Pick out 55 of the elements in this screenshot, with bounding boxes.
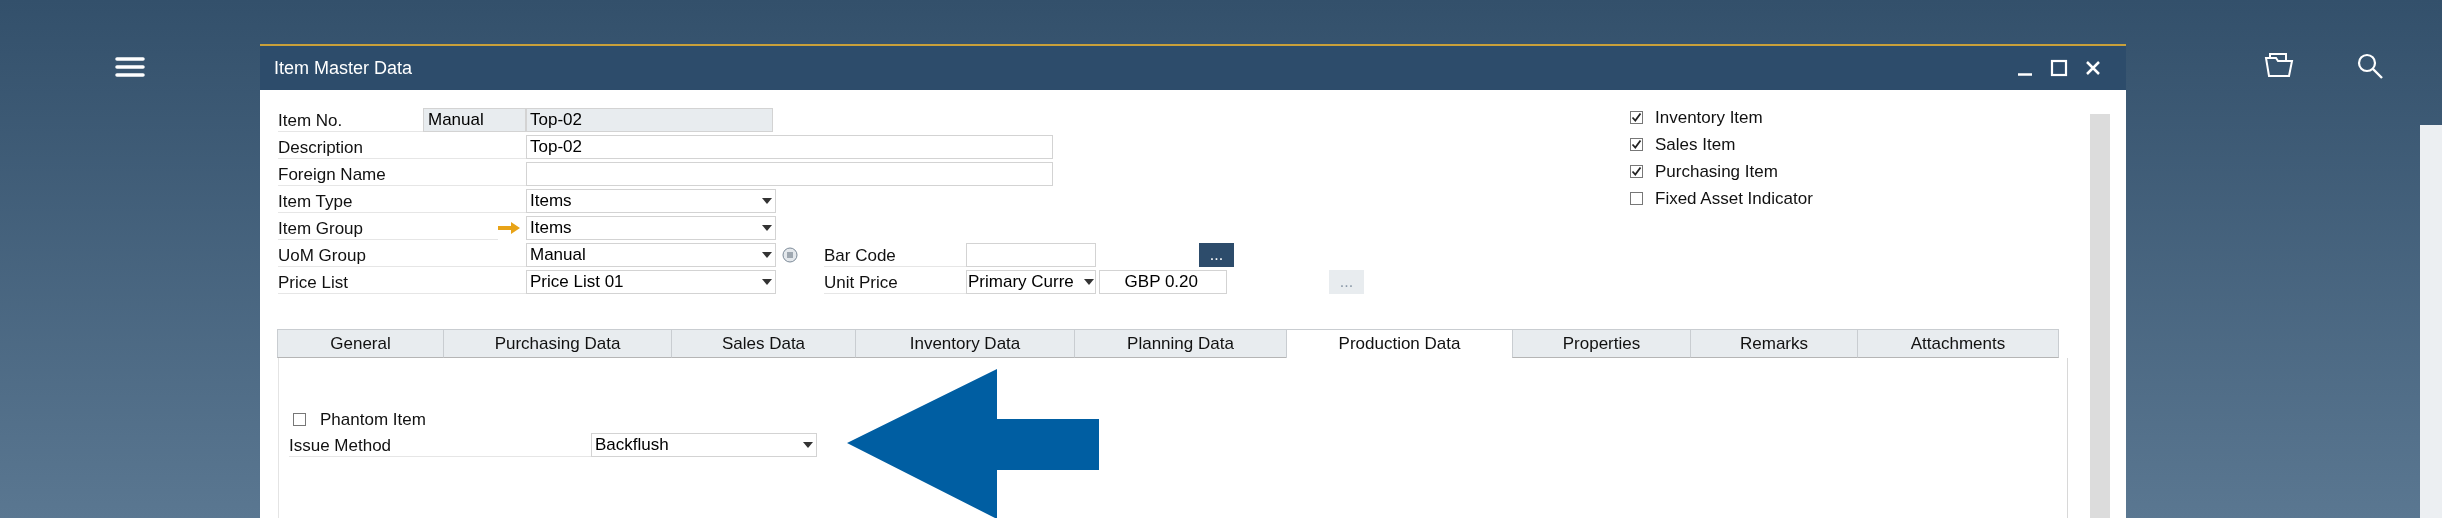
checkbox-label: Phantom Item <box>320 409 426 430</box>
barcode-field[interactable] <box>966 242 1096 267</box>
field-label: Item Type <box>278 188 526 213</box>
dropdown-field[interactable]: Backflush <box>591 432 817 457</box>
checkbox[interactable] <box>1630 192 1643 205</box>
tab[interactable]: Sales Data <box>671 329 856 358</box>
dropdown-field[interactable]: Price List 01 <box>526 269 776 294</box>
checkbox[interactable] <box>1630 111 1643 124</box>
checkbox-label: Inventory Item <box>1655 107 1763 128</box>
dropdown-field[interactable]: Items <box>526 188 776 213</box>
scrollbar[interactable] <box>2420 125 2442 518</box>
window-title: Item Master Data <box>274 57 414 79</box>
tab[interactable]: Inventory Data <box>855 329 1075 358</box>
price-field[interactable]: GBP 0.20 <box>1099 269 1227 294</box>
maximize-icon <box>2050 59 2068 77</box>
item-number-field[interactable]: Top-02 <box>526 107 773 132</box>
field-label: UoM Group <box>278 242 526 267</box>
tab[interactable]: Attachments <box>1857 329 2059 358</box>
tab[interactable]: Remarks <box>1690 329 1858 358</box>
text-field[interactable]: Top-02 <box>526 134 1053 159</box>
checkbox-label: Sales Item <box>1655 134 1736 155</box>
tab[interactable]: Purchasing Data <box>443 329 672 358</box>
currency-dropdown[interactable]: Primary Curre <box>966 269 1096 294</box>
dropdown-caret-icon[interactable] <box>803 441 813 448</box>
dropdown-caret-icon[interactable] <box>762 197 772 204</box>
tab[interactable]: Production Data <box>1286 329 1513 358</box>
dropdown-caret-icon[interactable] <box>762 224 772 231</box>
menu-icon[interactable] <box>115 56 145 78</box>
checkbox-label: Fixed Asset Indicator <box>1655 188 1813 209</box>
checkbox[interactable] <box>1630 165 1643 178</box>
field-label: Price List <box>278 269 526 294</box>
dropdown-field[interactable]: Items <box>526 215 776 240</box>
dropdown-caret-icon[interactable] <box>1084 278 1094 285</box>
checkbox-label: Purchasing Item <box>1655 161 1778 182</box>
field-label: Description <box>278 134 526 159</box>
browse-button[interactable]: ... <box>1199 242 1234 267</box>
dropdown-field[interactable]: Manual <box>526 242 776 267</box>
dropdown-caret-icon[interactable] <box>762 278 772 285</box>
dropdown-caret-icon[interactable] <box>762 251 772 258</box>
scrollbar[interactable] <box>2090 114 2110 518</box>
close-icon <box>2084 59 2102 77</box>
tab[interactable]: Properties <box>1512 329 1691 358</box>
field-label: Item Group <box>278 215 498 240</box>
field-label: Issue Method <box>289 432 591 457</box>
checkbox[interactable] <box>293 413 306 426</box>
checkbox[interactable] <box>1630 138 1643 151</box>
series-field[interactable]: Manual <box>423 107 526 132</box>
minimize-icon <box>2018 72 2032 76</box>
text-field[interactable] <box>526 161 1053 186</box>
tab[interactable]: General <box>277 329 444 358</box>
folder-icon[interactable] <box>2264 52 2294 78</box>
field-label: Foreign Name <box>278 161 526 186</box>
search-icon[interactable] <box>2356 52 2384 80</box>
detail-circle-icon[interactable] <box>782 246 798 263</box>
tab[interactable]: Planning Data <box>1074 329 1287 358</box>
